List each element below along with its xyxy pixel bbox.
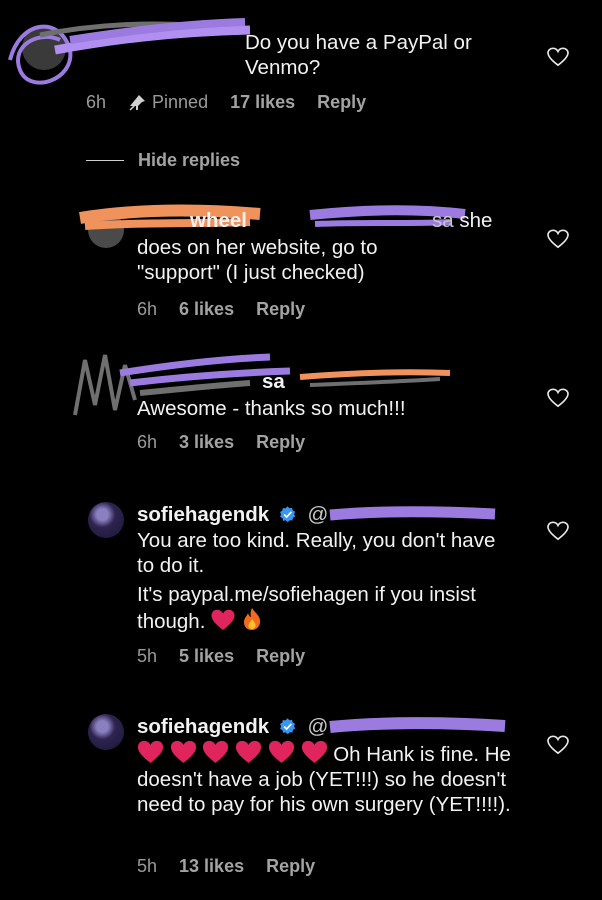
timestamp: 5h <box>137 646 158 666</box>
reply-button[interactable]: Reply <box>256 299 305 320</box>
reply-button[interactable]: Reply <box>317 92 366 113</box>
mention[interactable]: @ <box>308 503 329 526</box>
comment-text: Do you have a PayPal or Venmo? <box>245 30 515 80</box>
red-heart-emoji <box>170 740 196 763</box>
comment-text: Awesome - thanks so much!!! <box>137 396 467 421</box>
heart-outline-icon <box>547 735 569 755</box>
like-button[interactable] <box>547 47 569 67</box>
username[interactable]: sofiehagendk <box>137 715 269 738</box>
hide-replies-label: Hide replies <box>138 150 241 170</box>
red-heart-emoji <box>211 609 235 630</box>
verified-badge-icon <box>279 506 295 523</box>
pin-icon <box>129 94 146 111</box>
comment-text-content: does on her website, go to "support" (I … <box>137 236 378 284</box>
username[interactable]: sofiehagendk <box>137 503 269 526</box>
likes-count[interactable]: 5 likes <box>179 646 234 667</box>
comment-header: sofiehagendk @ <box>137 502 517 527</box>
like-button[interactable] <box>547 229 569 249</box>
comment-meta: 6h Pinned 17 likes Reply <box>86 92 366 113</box>
heart-outline-icon <box>547 229 569 249</box>
avatar[interactable] <box>88 212 124 248</box>
divider-line <box>86 159 124 162</box>
comment-meta: 6h 3 likes Reply <box>137 432 305 453</box>
comment-header: sofiehagendk @ <box>137 714 517 739</box>
comment-header-fragment: sa <box>262 369 285 394</box>
red-heart-emoji <box>236 740 262 763</box>
likes-count[interactable]: 6 likes <box>179 299 234 320</box>
comment-text-first: sa she <box>432 208 492 233</box>
verified-badge-icon <box>279 718 295 735</box>
red-heart-emoji <box>203 740 229 763</box>
red-hearts <box>137 740 333 766</box>
mention[interactable]: @ <box>308 715 329 738</box>
reply-button[interactable]: Reply <box>256 432 305 453</box>
reply-button[interactable]: Reply <box>266 856 315 877</box>
comment-text: does on her website, go to "support" (I … <box>137 235 437 285</box>
comment-text-content: It's paypal.me/sofiehagen if you insist … <box>137 583 476 633</box>
comment-meta: 6h 6 likes Reply <box>137 299 305 320</box>
comment-text-line-2: It's paypal.me/sofiehagen if you insist … <box>137 582 507 634</box>
comment-meta: 5h 5 likes Reply <box>137 646 305 667</box>
timestamp: 6h <box>137 432 158 452</box>
comment-text-line: You are too kind. Really, you don't have… <box>137 529 496 577</box>
like-button[interactable] <box>547 388 569 408</box>
avatar[interactable] <box>22 26 66 70</box>
red-heart-emoji <box>137 740 164 763</box>
likes-count[interactable]: 17 likes <box>230 92 295 113</box>
username-fragment[interactable]: sa <box>262 370 285 393</box>
comment-text-content: Awesome - thanks so much!!! <box>137 397 406 420</box>
comment-text-content: Do you have a PayPal or Venmo? <box>245 31 472 79</box>
text-fragment: she <box>459 209 493 232</box>
comment-text: Oh Hank is fine. He doesn't have a job (… <box>137 740 517 817</box>
comment-header-fragment: wheel <box>190 208 247 233</box>
red-heart-emoji <box>301 740 327 763</box>
avatar[interactable] <box>88 502 124 538</box>
timestamp: 6h <box>137 299 158 319</box>
like-button[interactable] <box>547 735 569 755</box>
heart-outline-icon <box>547 521 569 541</box>
heart-outline-icon <box>547 388 569 408</box>
hide-replies-button[interactable]: Hide replies <box>86 150 240 171</box>
heart-outline-icon <box>547 47 569 67</box>
like-button[interactable] <box>547 521 569 541</box>
comment-text: You are too kind. Really, you don't have… <box>137 528 507 634</box>
red-heart-emoji <box>268 740 294 763</box>
likes-count[interactable]: 13 likes <box>179 856 244 877</box>
comment-meta: 5h 13 likes Reply <box>137 856 315 877</box>
timestamp: 5h <box>137 856 158 876</box>
reply-button[interactable]: Reply <box>256 646 305 667</box>
username-fragment[interactable]: wheel <box>190 209 247 232</box>
likes-count[interactable]: 3 likes <box>179 432 234 453</box>
pinned-label: Pinned <box>152 92 209 112</box>
mention-fragment[interactable]: sa <box>432 209 454 232</box>
pinned-indicator: Pinned <box>128 92 208 113</box>
timestamp: 6h <box>86 92 107 112</box>
fire-emoji <box>243 608 260 630</box>
redaction-scribble <box>79 204 466 230</box>
avatar[interactable] <box>88 714 124 750</box>
